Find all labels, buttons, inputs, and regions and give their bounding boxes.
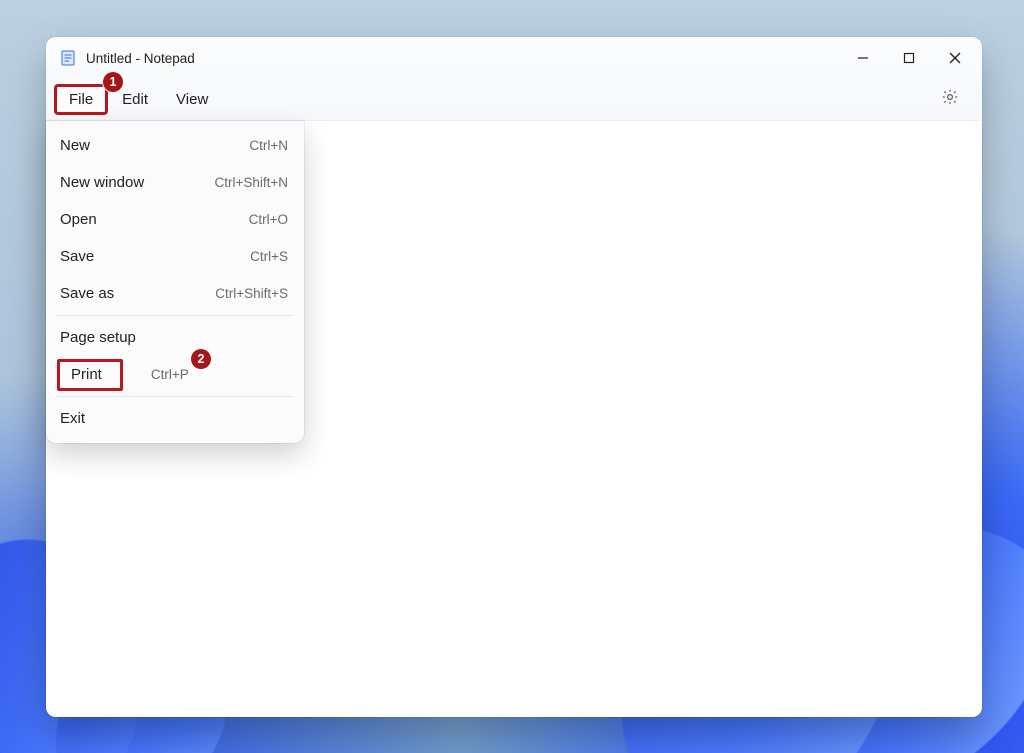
menu-item-page-setup[interactable]: Page setup: [46, 319, 304, 356]
menu-item-new-window[interactable]: New window Ctrl+Shift+N: [46, 164, 304, 201]
menu-item-label: Save: [60, 248, 250, 265]
menu-separator: [56, 396, 294, 397]
titlebar[interactable]: Untitled - Notepad: [46, 37, 982, 79]
menu-separator: [56, 315, 294, 316]
menu-item-shortcut: Ctrl+P: [151, 367, 189, 382]
maximize-button[interactable]: [886, 39, 932, 77]
window-title: Untitled - Notepad: [86, 51, 195, 66]
menu-item-open[interactable]: Open Ctrl+O: [46, 201, 304, 238]
menu-item-exit[interactable]: Exit: [46, 400, 304, 437]
menu-item-shortcut: Ctrl+Shift+N: [214, 175, 288, 190]
menu-item-label: New: [60, 137, 249, 154]
window-controls: [840, 39, 978, 77]
close-button[interactable]: [932, 39, 978, 77]
menu-item-shortcut: Ctrl+O: [249, 212, 288, 227]
settings-button[interactable]: [934, 84, 966, 116]
menu-item-new[interactable]: New Ctrl+N: [46, 127, 304, 164]
notepad-app-icon: [60, 50, 76, 66]
menu-item-label: Exit: [60, 410, 288, 427]
minimize-button[interactable]: [840, 39, 886, 77]
menu-view[interactable]: View: [162, 85, 222, 114]
menubar: File Edit View New Ctrl+N New window Ctr…: [46, 79, 982, 121]
menu-item-label: Print: [71, 366, 102, 383]
menu-item-shortcut: Ctrl+Shift+S: [215, 286, 288, 301]
menu-item-save-as[interactable]: Save as Ctrl+Shift+S: [46, 275, 304, 312]
annotation-badge-1: 1: [103, 72, 123, 92]
menu-item-label: Save as: [60, 285, 215, 302]
menu-item-save[interactable]: Save Ctrl+S: [46, 238, 304, 275]
menu-item-shortcut: Ctrl+N: [249, 138, 288, 153]
menu-item-label: New window: [60, 174, 214, 191]
menu-file[interactable]: File: [54, 84, 108, 115]
menu-item-label: Page setup: [60, 329, 288, 346]
notepad-window: Untitled - Notepad File Edit View: [46, 37, 982, 717]
menu-item-label: Open: [60, 211, 249, 228]
menu-item-shortcut: Ctrl+S: [250, 249, 288, 264]
file-menu-dropdown: New Ctrl+N New window Ctrl+Shift+N Open …: [46, 121, 304, 443]
menu-item-print[interactable]: Print Ctrl+P: [46, 356, 304, 393]
annotation-badge-2: 2: [191, 349, 211, 369]
gear-icon: [941, 88, 959, 111]
